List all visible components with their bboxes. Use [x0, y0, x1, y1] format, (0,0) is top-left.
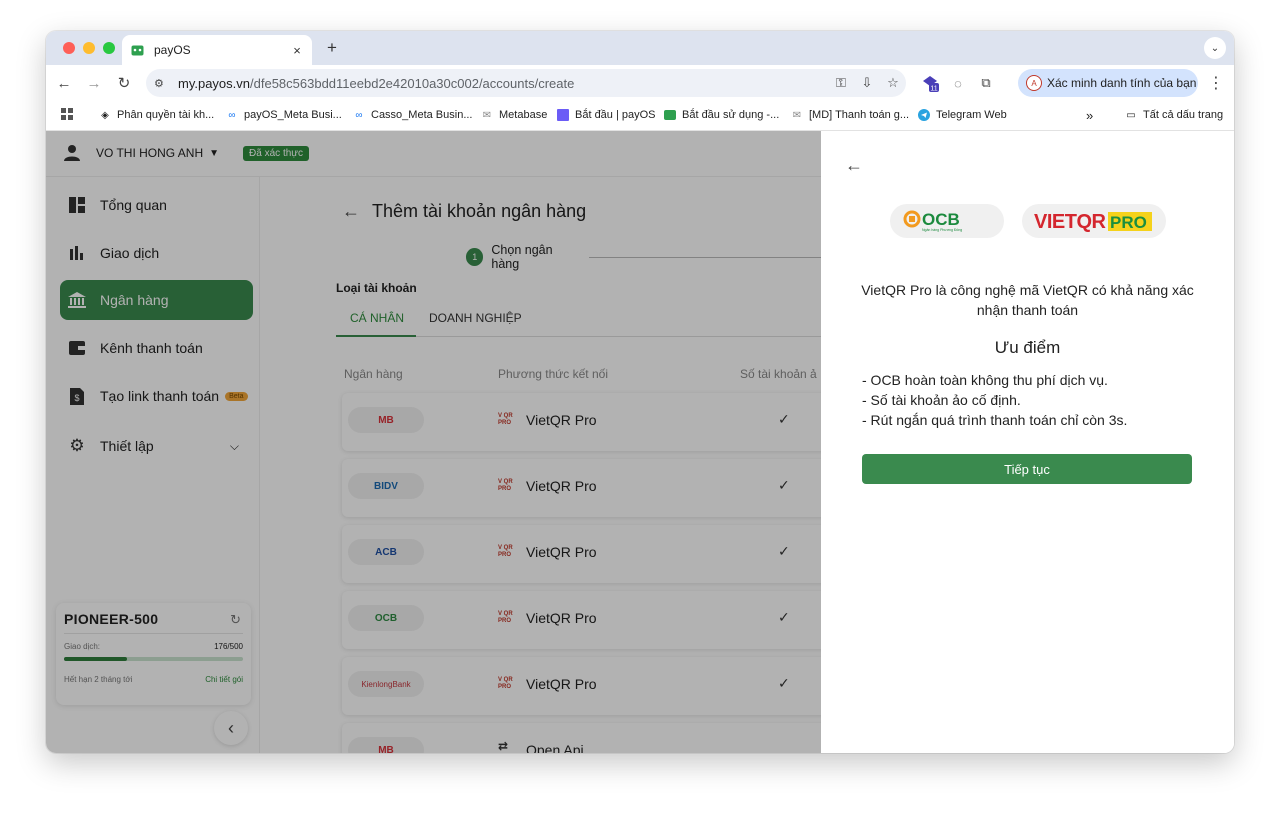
bookmark-item[interactable]: Bắt đầu | payOS [556, 108, 656, 122]
continue-button[interactable]: Tiếp tục [862, 454, 1192, 484]
purple-square-icon [556, 108, 570, 122]
browser-menu-icon[interactable]: ⋮ [1208, 73, 1224, 93]
bookmark-item[interactable]: ✉ Metabase [480, 108, 548, 122]
tab-payos[interactable]: payOS × [122, 35, 312, 65]
bookmark-item[interactable]: Bắt đầu sử dụng -... [663, 108, 779, 122]
apps-icon[interactable] [61, 108, 74, 121]
bookmark-item[interactable]: ◈ Phân quyền tài kh... [98, 108, 214, 122]
chevron-down-icon: ⌄ [1210, 42, 1220, 54]
tab-strip: payOS × + ⌄ [46, 31, 1234, 65]
payos-icon [663, 108, 677, 122]
ocb-logo-text: OCB [922, 210, 960, 229]
bookmark-item[interactable]: ∞ Casso_Meta Busin... [352, 108, 472, 122]
bookmarks-bar: ◈ Phân quyền tài kh... ∞ payOS_Meta Busi..… [46, 101, 1234, 131]
modal-backdrop[interactable] [46, 131, 821, 753]
vietqr-logo-text: VIETQR [1034, 211, 1107, 233]
tab-search-button[interactable]: ⌄ [1204, 37, 1226, 59]
bookmark-item[interactable]: ∞ payOS_Meta Busi... [225, 108, 341, 122]
extension-icon[interactable]: ◌ [948, 73, 968, 93]
payos-icon [130, 43, 144, 57]
vietqr-description: VietQR Pro là công nghệ mã VietQR có khả… [861, 282, 1194, 318]
tab-close-icon[interactable]: × [290, 43, 304, 58]
forward-button[interactable]: → [84, 73, 104, 93]
profile-avatar: A [1026, 75, 1042, 91]
mail-icon: ✉ [792, 109, 802, 121]
advantage-item: - OCB hoàn toàn không thu phí dịch vụ. [862, 372, 1108, 388]
vietqr-pro-drawer: ← OCB Ngân hàng Phương Đông VIETQR PRO V… [821, 131, 1234, 753]
window-controls [63, 42, 115, 54]
advantage-item: - Rút ngắn quá trình thanh toán chỉ còn … [862, 412, 1128, 428]
profile-label: Xác minh danh tính của bạn [1047, 76, 1197, 90]
reload-button[interactable]: ↻ [114, 73, 134, 93]
drawer-back-arrow-icon[interactable]: ← [845, 155, 863, 176]
site-settings-icon[interactable]: ⚙ [154, 77, 170, 90]
key-icon[interactable]: ⚿ [828, 75, 854, 91]
bookmark-item[interactable]: Telegram Web [917, 108, 1007, 122]
ocb-logo-subtext: Ngân hàng Phương Đông [922, 228, 962, 232]
browser-window: payOS × + ⌄ ← → ↻ ⚙ my.payos.vn/dfe58c56… [46, 31, 1234, 753]
tab-title: payOS [154, 43, 191, 57]
profile-button[interactable]: A Xác minh danh tính của bạn [1018, 69, 1198, 97]
pro-logo-text: PRO [1110, 213, 1147, 232]
screen: payOS × + ⌄ ← → ↻ ⚙ my.payos.vn/dfe58c56… [0, 0, 1280, 814]
bookmarks-overflow-button[interactable]: » [1086, 108, 1093, 123]
folder-icon: ▭ [1126, 109, 1136, 121]
url-text[interactable]: my.payos.vn/dfe58c563bdd11eebd2e42010a30… [178, 76, 828, 91]
zoom-window-button[interactable] [103, 42, 115, 54]
install-icon[interactable]: ⇩ [854, 75, 880, 91]
stack-icon: ◈ [101, 109, 109, 121]
bookmark-item[interactable]: ✉ [MD] Thanh toán g... [790, 108, 909, 122]
extension-badge-count: 11 [930, 86, 937, 93]
browser-toolbar: ← → ↻ ⚙ my.payos.vn/dfe58c563bdd11eebd2e… [46, 65, 1234, 101]
arrow-left-icon: ← [56, 74, 72, 92]
meta-icon: ∞ [355, 109, 363, 121]
page: VO THI HONG ANH ▼ Đã xác thực Tổng quan … [46, 131, 1234, 753]
extension-badge-icon[interactable]: 11 [920, 73, 940, 93]
all-bookmarks-button[interactable]: ▭ Tất cả dấu trang [1124, 108, 1223, 122]
close-window-button[interactable] [63, 42, 75, 54]
back-button[interactable]: ← [54, 73, 74, 93]
minimize-window-button[interactable] [83, 42, 95, 54]
arrow-right-icon: → [86, 74, 102, 92]
mail-icon: ✉ [482, 109, 492, 121]
reload-icon: ↻ [117, 75, 131, 92]
star-icon[interactable]: ☆ [880, 75, 906, 91]
new-tab-button[interactable]: + [322, 38, 342, 58]
advantage-item: - Số tài khoản ảo cố định. [862, 392, 1021, 408]
meta-icon: ∞ [228, 109, 236, 121]
vietqr-pro-logo: VIETQR PRO [1022, 204, 1166, 238]
address-bar[interactable]: ⚙ my.payos.vn/dfe58c563bdd11eebd2e42010a… [146, 69, 906, 97]
telegram-icon [917, 108, 931, 122]
ocb-logo: OCB Ngân hàng Phương Đông [890, 204, 1004, 238]
puzzle-icon[interactable]: ⧉ [976, 73, 996, 93]
advantages-title: Ưu điểm [994, 338, 1061, 357]
